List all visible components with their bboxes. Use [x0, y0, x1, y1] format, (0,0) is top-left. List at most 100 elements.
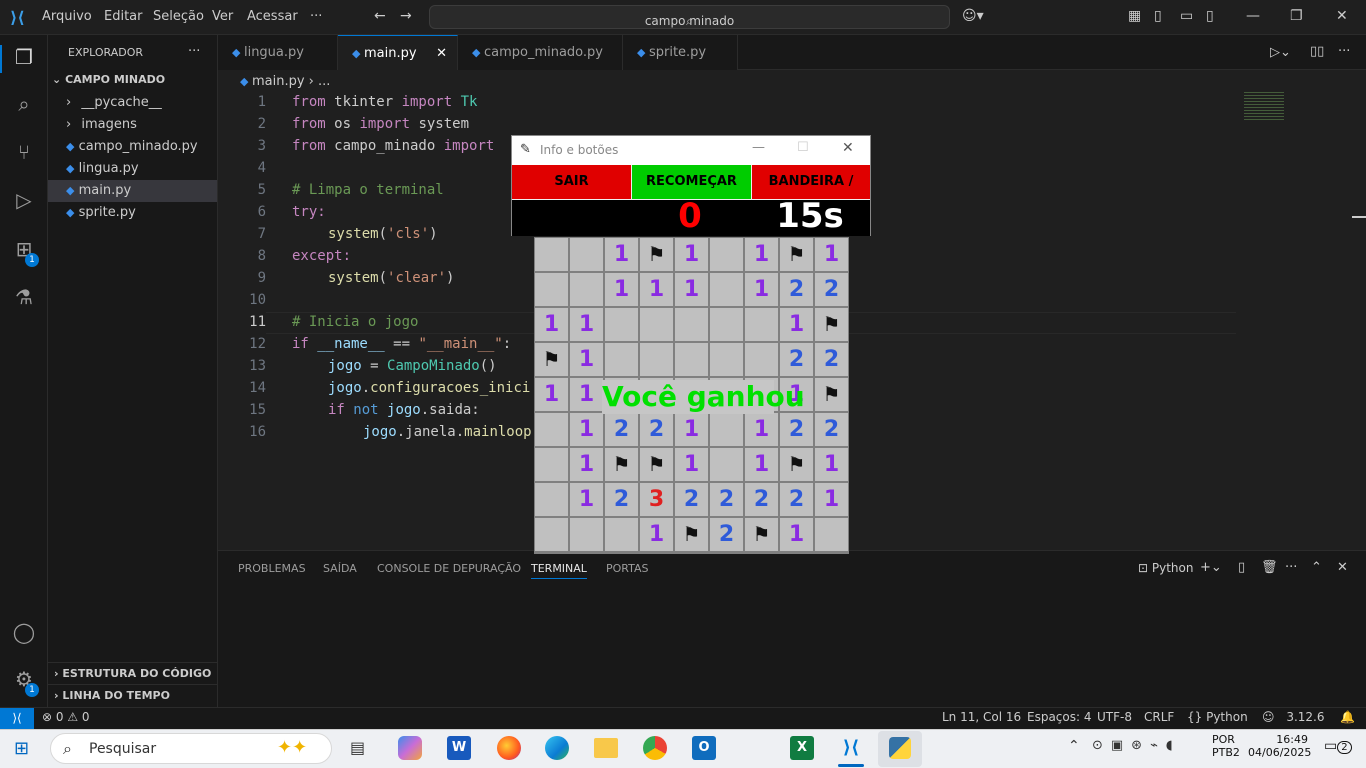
flag-icon[interactable]: ⚑ — [640, 448, 673, 481]
flag-icon[interactable]: ⚑ — [815, 308, 848, 341]
board-cell[interactable] — [710, 448, 743, 481]
tk-close-icon[interactable]: ✕ — [842, 140, 854, 156]
tab-portas[interactable]: PORTAS — [606, 562, 649, 575]
board-cell-number[interactable]: 2 — [780, 483, 813, 516]
indentation[interactable]: Espaços: 4 — [1027, 710, 1092, 724]
tab-saida[interactable]: SAÍDA — [323, 562, 357, 575]
flag-icon[interactable]: ⚑ — [815, 378, 848, 411]
close-panel-icon[interactable]: ✕ — [1337, 560, 1348, 575]
copilot-app-icon[interactable] — [398, 736, 422, 760]
board-cell[interactable] — [675, 308, 708, 341]
toggle-panel-icon[interactable]: ▭ — [1180, 8, 1193, 24]
board-cell-number[interactable]: 2 — [605, 483, 638, 516]
taskbar-search[interactable]: ⌕ Pesquisar ✦✦ — [50, 733, 332, 764]
board-cell[interactable] — [535, 273, 568, 306]
account-icon[interactable]: ◯ — [10, 620, 38, 648]
board-cell-number[interactable]: 1 — [745, 413, 778, 446]
toggle-sidebar-icon[interactable]: ▯ — [1154, 8, 1162, 24]
cursor-position[interactable]: Ln 11, Col 16 — [942, 710, 1021, 724]
board-cell-number[interactable]: 2 — [780, 413, 813, 446]
toggle-secondary-sidebar-icon[interactable]: ▯ — [1206, 8, 1214, 24]
board-cell-number[interactable]: 2 — [815, 343, 848, 376]
menu-more[interactable]: ··· — [310, 9, 322, 24]
chrome-icon[interactable] — [643, 736, 667, 760]
board-cell-number[interactable]: 1 — [570, 483, 603, 516]
board-cell-number[interactable]: 1 — [780, 308, 813, 341]
menu-selecao[interactable]: Seleção — [153, 9, 204, 24]
back-arrow-icon[interactable]: ← — [374, 8, 386, 24]
board-cell-number[interactable]: 1 — [675, 238, 708, 271]
board-cell-number[interactable]: 3 — [640, 483, 673, 516]
menu-editar[interactable]: Editar — [104, 9, 143, 24]
flag-icon[interactable]: ⚑ — [745, 518, 778, 551]
tree-item-imagens[interactable]: › imagens — [48, 114, 217, 136]
tab-close-icon[interactable]: ✕ — [436, 36, 447, 71]
outline-section[interactable]: › ESTRUTURA DO CÓDIGO — [48, 662, 217, 684]
board-cell-number[interactable]: 2 — [710, 483, 743, 516]
run-file-icon[interactable]: ▷⌄ — [1270, 45, 1291, 60]
board-cell[interactable] — [710, 273, 743, 306]
tree-item-lingua[interactable]: ◆ lingua.py — [48, 158, 217, 180]
board-cell-number[interactable]: 1 — [815, 483, 848, 516]
clock[interactable]: 16:49 04/06/2025 — [1248, 733, 1311, 759]
board-cell-number[interactable]: 1 — [640, 518, 673, 551]
tree-item-sprite[interactable]: ◆ sprite.py — [48, 202, 217, 224]
source-control-icon[interactable]: ⑂ — [10, 140, 38, 168]
excel-icon[interactable]: X — [790, 736, 814, 760]
split-editor-icon[interactable]: ▯▯ — [1310, 44, 1324, 59]
board-cell-number[interactable]: 2 — [710, 518, 743, 551]
board-cell-number[interactable]: 1 — [745, 238, 778, 271]
tk-minimize-icon[interactable]: — — [752, 140, 765, 155]
board-cell[interactable] — [570, 273, 603, 306]
flag-icon[interactable]: ⚑ — [675, 518, 708, 551]
menu-ver[interactable]: Ver — [212, 9, 233, 24]
edge-icon[interactable] — [545, 736, 569, 760]
minimize-icon[interactable]: — — [1246, 8, 1260, 24]
python-interpreter[interactable]: ☺ 3.12.6 — [1262, 710, 1325, 724]
maximize-panel-icon[interactable]: ⌃ — [1311, 560, 1322, 575]
windows-start-icon[interactable]: ⊞ — [14, 738, 29, 759]
command-search-box[interactable]: ⌕ campo minado — [429, 5, 950, 29]
tab-problemas[interactable]: PROBLEMAS — [238, 562, 306, 575]
tray-chevron-icon[interactable]: ⌃ — [1068, 738, 1080, 754]
new-terminal-icon[interactable]: +⌄ — [1200, 560, 1222, 575]
flag-icon[interactable]: ⚑ — [780, 448, 813, 481]
board-cell[interactable] — [605, 343, 638, 376]
line-ending[interactable]: CRLF — [1144, 710, 1174, 724]
board-cell-number[interactable]: 1 — [570, 378, 603, 411]
board-cell-number[interactable]: 2 — [675, 483, 708, 516]
input-language[interactable]: POR PTB2 — [1212, 733, 1240, 759]
board-cell-number[interactable]: 2 — [815, 413, 848, 446]
board-cell[interactable] — [535, 448, 568, 481]
board-cell-number[interactable]: 1 — [815, 238, 848, 271]
firefox-icon[interactable] — [497, 736, 521, 760]
copilot-icon[interactable]: ☺▾ — [962, 8, 984, 24]
flag-icon[interactable]: ⚑ — [605, 448, 638, 481]
board-cell[interactable] — [710, 308, 743, 341]
project-folder[interactable]: ⌄ CAMPO MINADO — [48, 69, 217, 91]
board-cell[interactable] — [535, 238, 568, 271]
restore-icon[interactable]: ❐ — [1290, 8, 1303, 24]
vscode-taskbar-icon[interactable]: ⟩⟨ — [839, 736, 863, 760]
editor-more-icon[interactable]: ··· — [1338, 44, 1350, 59]
board-cell-number[interactable]: 1 — [745, 448, 778, 481]
notification-center[interactable]: ▭ 2 — [1324, 738, 1352, 754]
encoding[interactable]: UTF-8 — [1097, 710, 1132, 724]
board-cell[interactable] — [605, 518, 638, 551]
board-cell[interactable] — [710, 238, 743, 271]
board-cell-number[interactable]: 2 — [605, 413, 638, 446]
layout-customize-icon[interactable]: ▦ — [1128, 8, 1141, 24]
remote-icon[interactable]: ⟩⟨ — [0, 708, 34, 730]
board-cell-number[interactable]: 1 — [605, 273, 638, 306]
board-cell-number[interactable]: 1 — [570, 343, 603, 376]
word-icon[interactable]: W — [447, 736, 471, 760]
panel-more-icon[interactable]: ··· — [1285, 560, 1297, 575]
board-cell[interactable] — [710, 413, 743, 446]
tree-item-campo-minado[interactable]: ◆ campo_minado.py — [48, 136, 217, 158]
board-cell-number[interactable]: 1 — [675, 413, 708, 446]
terminal-selector[interactable]: ⊡ Python — [1138, 561, 1193, 575]
board-cell[interactable] — [745, 308, 778, 341]
board-cell-number[interactable]: 2 — [640, 413, 673, 446]
board-cell-number[interactable]: 2 — [780, 273, 813, 306]
board-cell[interactable] — [710, 343, 743, 376]
